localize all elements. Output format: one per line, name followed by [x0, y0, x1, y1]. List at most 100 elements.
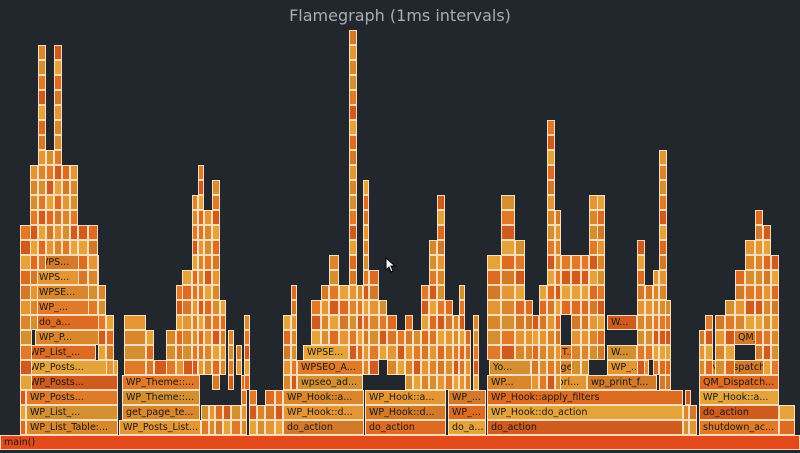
flame-frame[interactable] — [581, 345, 589, 360]
flame-frame[interactable] — [597, 315, 605, 330]
flame-frame[interactable] — [275, 390, 283, 405]
flame-frame[interactable] — [291, 285, 297, 300]
flame-frame[interactable] — [244, 345, 250, 360]
flame-frame[interactable] — [329, 330, 339, 345]
flame-frame[interactable] — [38, 105, 46, 120]
flame-frame[interactable] — [321, 285, 329, 300]
flame-frame-l6e[interactable]: W... — [607, 345, 637, 360]
flame-frame[interactable] — [525, 315, 533, 330]
flame-frame[interactable] — [291, 345, 297, 360]
flame-frame[interactable] — [705, 345, 713, 360]
flame-frame[interactable] — [539, 360, 547, 375]
flame-frame[interactable] — [445, 345, 453, 360]
flame-frame[interactable] — [405, 360, 413, 375]
flame-frame[interactable] — [30, 225, 38, 240]
flame-frame[interactable] — [30, 270, 38, 285]
flame-frame[interactable] — [220, 315, 226, 330]
flame-frame[interactable] — [106, 330, 114, 345]
flame-frame[interactable] — [437, 210, 445, 225]
flame-frame[interactable] — [763, 360, 771, 375]
flame-frame[interactable] — [62, 240, 70, 255]
flame-frame[interactable] — [212, 255, 220, 270]
flame-frame[interactable] — [98, 300, 106, 315]
flame-frame[interactable] — [445, 315, 453, 330]
flame-frame[interactable] — [311, 330, 321, 345]
flame-frame[interactable] — [547, 210, 555, 225]
flame-frame[interactable] — [501, 240, 515, 255]
flame-frame[interactable] — [689, 405, 697, 420]
flame-frame[interactable] — [212, 195, 220, 210]
flame-frame[interactable] — [665, 315, 671, 330]
flame-frame[interactable] — [547, 270, 555, 285]
flame-frame[interactable] — [397, 330, 405, 345]
flame-frame[interactable] — [349, 345, 357, 360]
flame-frame[interactable] — [405, 315, 413, 330]
flame-frame-l1b[interactable]: WP_Posts_List... — [119, 420, 201, 435]
flame-frame[interactable] — [265, 390, 275, 405]
flame-frame[interactable] — [20, 375, 32, 390]
flame-frame[interactable] — [198, 165, 204, 180]
flame-frame[interactable] — [459, 285, 465, 300]
flame-frame[interactable] — [755, 225, 763, 240]
flame-frame[interactable] — [515, 270, 525, 285]
flame-frame[interactable] — [244, 330, 250, 345]
flame-frame[interactable] — [705, 315, 713, 330]
flame-frame[interactable] — [413, 360, 421, 375]
flame-frame[interactable] — [715, 330, 725, 345]
flame-frame[interactable] — [349, 255, 357, 270]
flame-frame-l4c[interactable]: wpseo_ad... — [297, 375, 363, 390]
flame-frame[interactable] — [421, 345, 429, 360]
flame-frame[interactable] — [212, 330, 220, 345]
flame-frame[interactable] — [62, 180, 70, 195]
flame-frame[interactable] — [525, 330, 533, 345]
flame-frame[interactable] — [363, 195, 369, 210]
flame-frame[interactable] — [369, 345, 379, 360]
flame-frame[interactable] — [54, 75, 62, 90]
flame-frame[interactable] — [62, 195, 70, 210]
flame-frame[interactable] — [387, 330, 397, 345]
flame-frame[interactable] — [387, 360, 397, 375]
flame-frame[interactable] — [437, 300, 445, 315]
flame-frame[interactable] — [70, 180, 78, 195]
flame-frame[interactable] — [204, 210, 212, 225]
flame-frame[interactable] — [363, 240, 369, 255]
flame-frame[interactable] — [501, 270, 515, 285]
flame-frame[interactable] — [597, 255, 605, 270]
flame-frame[interactable] — [501, 315, 515, 330]
flame-frame[interactable] — [265, 420, 275, 435]
flame-frame[interactable] — [329, 285, 339, 300]
flame-frame[interactable] — [429, 330, 437, 345]
flame-frame[interactable] — [581, 330, 589, 345]
flame-frame[interactable] — [311, 300, 321, 315]
flame-frame-l4a[interactable]: WP_Posts... — [26, 375, 118, 390]
flame-frame[interactable] — [421, 375, 429, 390]
flame-frame[interactable] — [459, 315, 465, 330]
flame-frame[interactable] — [387, 315, 397, 330]
flame-frame[interactable] — [405, 345, 413, 360]
flame-frame[interactable] — [501, 285, 515, 300]
flame-frame[interactable] — [561, 300, 571, 315]
flame-frame-l1e[interactable]: do_a... — [448, 420, 486, 435]
flame-frame-l1c[interactable]: do_action — [283, 420, 364, 435]
flame-frame[interactable] — [659, 195, 667, 210]
flame-frame[interactable] — [78, 255, 88, 270]
flame-frame[interactable] — [349, 270, 357, 285]
flame-frame[interactable] — [349, 225, 357, 240]
flame-frame[interactable] — [249, 390, 257, 405]
flame-frame[interactable] — [465, 345, 471, 360]
flame-frame[interactable] — [321, 330, 329, 345]
flame-frame[interactable] — [54, 210, 62, 225]
flame-frame[interactable] — [581, 255, 589, 270]
flame-frame[interactable] — [445, 375, 453, 390]
flame-frame[interactable] — [665, 300, 671, 315]
flame-frame[interactable] — [275, 420, 283, 435]
flame-frame[interactable] — [763, 240, 771, 255]
flame-frame[interactable] — [20, 330, 32, 345]
flame-frame-l1d[interactable]: do_action — [365, 420, 446, 435]
flame-frame[interactable] — [228, 360, 234, 375]
flame-frame[interactable] — [46, 210, 54, 225]
flame-frame[interactable] — [547, 315, 555, 330]
flame-frame[interactable] — [257, 405, 265, 420]
flame-frame[interactable] — [38, 90, 46, 105]
flame-frame[interactable] — [46, 150, 54, 165]
